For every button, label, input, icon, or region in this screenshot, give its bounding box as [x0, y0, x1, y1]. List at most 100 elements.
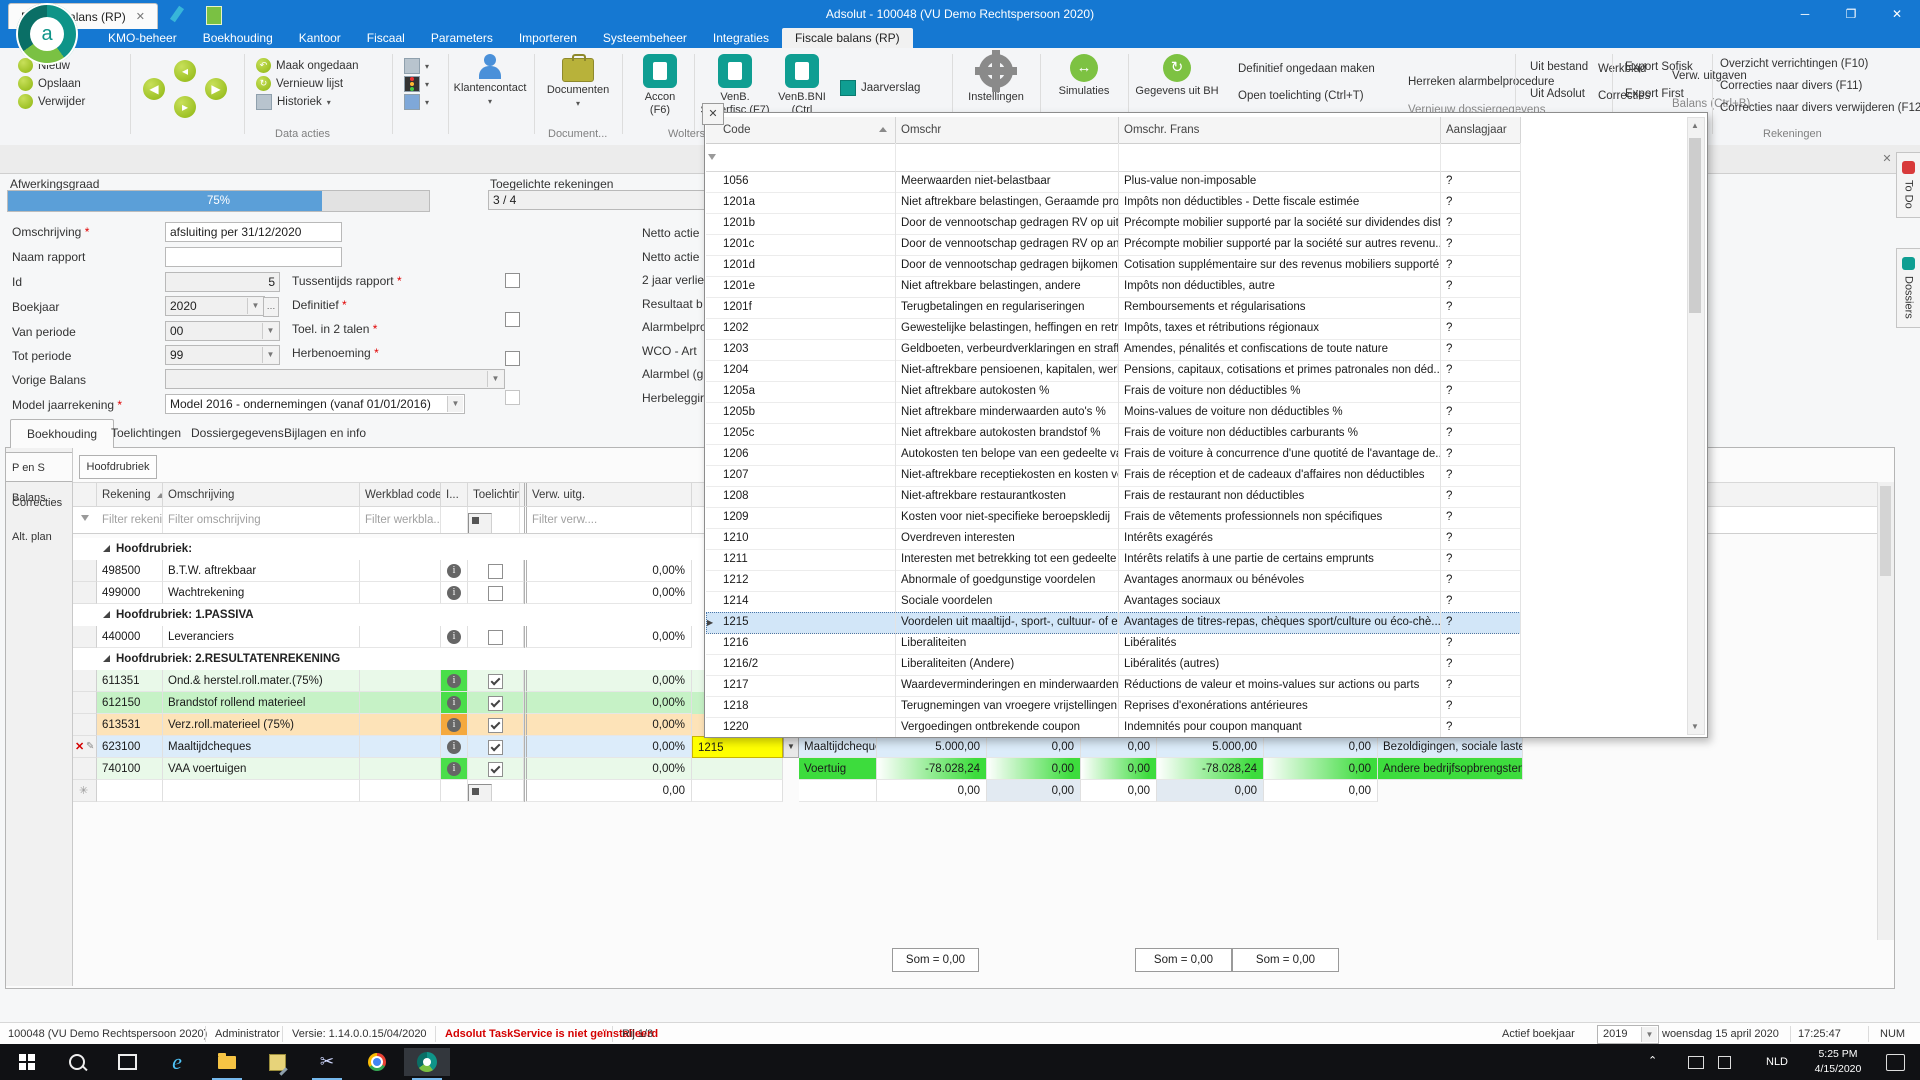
popup-filter-cell[interactable] — [896, 143, 1119, 171]
cell-value[interactable]: -78.028,24 — [1157, 758, 1264, 780]
info-icon[interactable]: i — [447, 718, 461, 732]
correcties-f11-button[interactable]: Correcties naar divers (F11) — [1720, 80, 1920, 92]
cell-verw-uitgaven[interactable]: 0,00% — [524, 692, 692, 714]
definitief-checkbox[interactable] — [505, 312, 520, 327]
menu-tab-integraties[interactable]: Integraties — [700, 28, 782, 48]
popup-close-button[interactable]: ✕ — [702, 103, 724, 125]
menu-tab-fiscaal[interactable]: Fiscaal — [354, 28, 418, 48]
adsolut-icon[interactable] — [404, 1048, 450, 1076]
tot-periode-combo[interactable]: 99▼ — [165, 345, 280, 365]
cell-verw-uitgaven[interactable]: 0,00% — [524, 582, 692, 604]
print-dropdown-button[interactable]: ▾ — [404, 58, 429, 74]
panel-tab-dossiers[interactable]: Dossiers — [1896, 248, 1920, 328]
panel-tab-to-do[interactable]: To Do — [1896, 152, 1920, 218]
cell-info[interactable]: i — [441, 670, 468, 692]
popup-col-header-omschr-frans[interactable]: Omschr. Frans — [1119, 117, 1441, 143]
popup-row-1201e[interactable]: 1201eNiet aftrekbare belastingen, andere… — [706, 276, 1521, 298]
menu-tab-parameters[interactable]: Parameters — [418, 28, 506, 48]
popup-row-1201b[interactable]: 1201bDoor de vennootschap gedragen RV op… — [706, 213, 1521, 235]
notification-center-icon[interactable] — [1886, 1054, 1905, 1071]
venb-bni-button[interactable]: VenB.BNI(Ctrl — [772, 54, 832, 117]
popup-col-header-code[interactable]: Code — [718, 117, 896, 143]
cell-omschrijving[interactable]: Brandstof rollend materieel — [163, 692, 360, 714]
cell-rekening[interactable]: 611351 — [97, 670, 163, 692]
toelichting-checkbox[interactable] — [488, 674, 503, 689]
popup-row-1209[interactable]: 1209Kosten voor niet-specifieke beroepsk… — [706, 507, 1521, 529]
nav-next-icon[interactable]: ▸ — [174, 96, 196, 118]
cell-info[interactable]: i — [441, 560, 468, 582]
tray-network-icon[interactable] — [1718, 1056, 1731, 1069]
start-icon[interactable] — [4, 1048, 50, 1076]
code-dropdown-icon[interactable]: ▼ — [783, 736, 799, 758]
grid-group-row[interactable]: Hoofdrubriek: 2.RESULTATENREKENING — [73, 648, 704, 671]
cell-value[interactable]: 0,00 — [1264, 758, 1378, 780]
tray-language[interactable]: NLD — [1766, 1056, 1788, 1068]
popup-row-1220[interactable]: 1220Vergoedingen ontbrekende couponIndem… — [706, 717, 1521, 738]
grid-col-header-toelichting[interactable]: Toelichting — [468, 483, 520, 507]
toelichting-checkbox[interactable] — [488, 718, 503, 733]
file-explorer-icon[interactable] — [204, 1048, 250, 1076]
popup-row-1056[interactable]: 1056Meerwaarden niet-belastbaarPlus-valu… — [706, 171, 1521, 193]
opslaan-button[interactable]: Opslaan — [18, 76, 81, 91]
cell-rekening[interactable]: 612150 — [97, 692, 163, 714]
nav-first-icon[interactable]: ◀ — [143, 78, 165, 100]
popup-filter-cell[interactable] — [1119, 143, 1441, 171]
historiek-button[interactable]: Historiek▾ — [256, 94, 331, 110]
popup-row-1205a[interactable]: 1205aNiet aftrekbare autokosten %Frais d… — [706, 381, 1521, 403]
cell-werkblad-code[interactable] — [360, 736, 441, 758]
cell-value[interactable]: 0,00 — [987, 758, 1081, 780]
cell-toelichting[interactable] — [468, 758, 524, 780]
info-icon[interactable]: i — [447, 674, 461, 688]
task-view-icon[interactable] — [104, 1048, 150, 1076]
adsolut-logo-icon[interactable]: a — [16, 3, 78, 65]
grid-row[interactable]: 612150Brandstof rollend materieeli0,00% — [73, 692, 704, 714]
cell-omschrijving[interactable]: Wachtrekening — [163, 582, 360, 604]
popup-row-1212[interactable]: 1212Abnormale of goedgunstige voordelenA… — [706, 570, 1521, 592]
popup-row-1201f[interactable]: 1201fTerugbetalingen en regulariseringen… — [706, 297, 1521, 319]
info-icon[interactable]: i — [447, 740, 461, 754]
popup-row-1218[interactable]: 1218Terugnemingen van vroegere vrijstell… — [706, 696, 1521, 718]
sidebar-item-alt-plan[interactable]: Alt. plan — [6, 528, 72, 546]
chevron-down-icon[interactable]: ▼ — [262, 347, 278, 363]
info-icon[interactable]: i — [447, 564, 461, 578]
cell-omschr[interactable]: Maaltijdcheques — [799, 736, 877, 758]
grid-vertical-scrollbar[interactable] — [1877, 482, 1894, 940]
cell-code[interactable] — [692, 780, 783, 802]
cell-verw-uitgaven[interactable]: 0,00% — [524, 736, 692, 758]
toelichting-checkbox[interactable] — [488, 586, 503, 601]
cell-value[interactable]: 0,00 — [1157, 780, 1264, 802]
uit-adsolut-button[interactable]: Uit Adsolut — [1530, 88, 1585, 100]
scroll-down-icon[interactable]: ▼ — [1688, 719, 1702, 734]
power-icon[interactable] — [206, 6, 222, 25]
cell-werkblad-code[interactable] — [360, 670, 441, 692]
sidebar-item-correcties[interactable]: Correcties — [6, 494, 72, 512]
cell-toelichting[interactable] — [468, 692, 524, 714]
popup-scrollbar[interactable]: ▲ ▼ — [1687, 117, 1705, 735]
cell-werkblad-code[interactable] — [360, 780, 441, 802]
grid-row[interactable]: 611351Ond.& herstel.roll.mater.(75%)i0,0… — [73, 670, 704, 692]
scroll-up-icon[interactable]: ▲ — [1688, 118, 1702, 133]
chevron-down-icon[interactable]: ▼ — [262, 323, 278, 339]
cell-verw-uitgaven[interactable]: 0,00% — [524, 626, 692, 648]
grid-row[interactable]: 499000Wachtrekeningi0,00% — [73, 582, 704, 604]
cell-rekening[interactable] — [97, 780, 163, 802]
status-dropdown-button[interactable]: ▾ — [404, 76, 429, 92]
info-icon[interactable]: i — [447, 630, 461, 644]
popup-row-1201a[interactable]: 1201aNiet aftrekbare belastingen, Geraam… — [706, 192, 1521, 214]
cell-verw-uitgaven[interactable]: 0,00% — [524, 714, 692, 736]
minimize-button[interactable]: ─ — [1782, 0, 1828, 28]
cell-werkblad-code[interactable] — [360, 626, 441, 648]
sidebar-item-p-en-s-balans[interactable]: P en S Balans — [6, 452, 72, 482]
popup-row-1201c[interactable]: 1201cDoor de vennootschap gedragen RV op… — [706, 234, 1521, 256]
cell-toelichting[interactable] — [468, 582, 524, 604]
grid-filter-cell[interactable] — [441, 507, 468, 533]
popup-row-1205c[interactable]: 1205cNiet aftrekbare autokosten brandsto… — [706, 423, 1521, 445]
cell-value[interactable]: -78.028,24 — [877, 758, 987, 780]
uit-bestand-button[interactable]: Uit bestand — [1530, 61, 1588, 73]
cell-omschrijving[interactable]: Verz.roll.materieel (75%) — [163, 714, 360, 736]
popup-row-1210[interactable]: 1210Overdreven interestenIntérêts exagér… — [706, 528, 1521, 550]
maak-ongedaan-button[interactable]: ↶Maak ongedaan — [256, 58, 358, 73]
cell-info[interactable]: i — [441, 736, 468, 758]
grid-row-right[interactable]: 0,000,000,000,000,00 — [692, 780, 1523, 802]
popup-col-header-omschr[interactable]: Omschr — [896, 117, 1119, 143]
